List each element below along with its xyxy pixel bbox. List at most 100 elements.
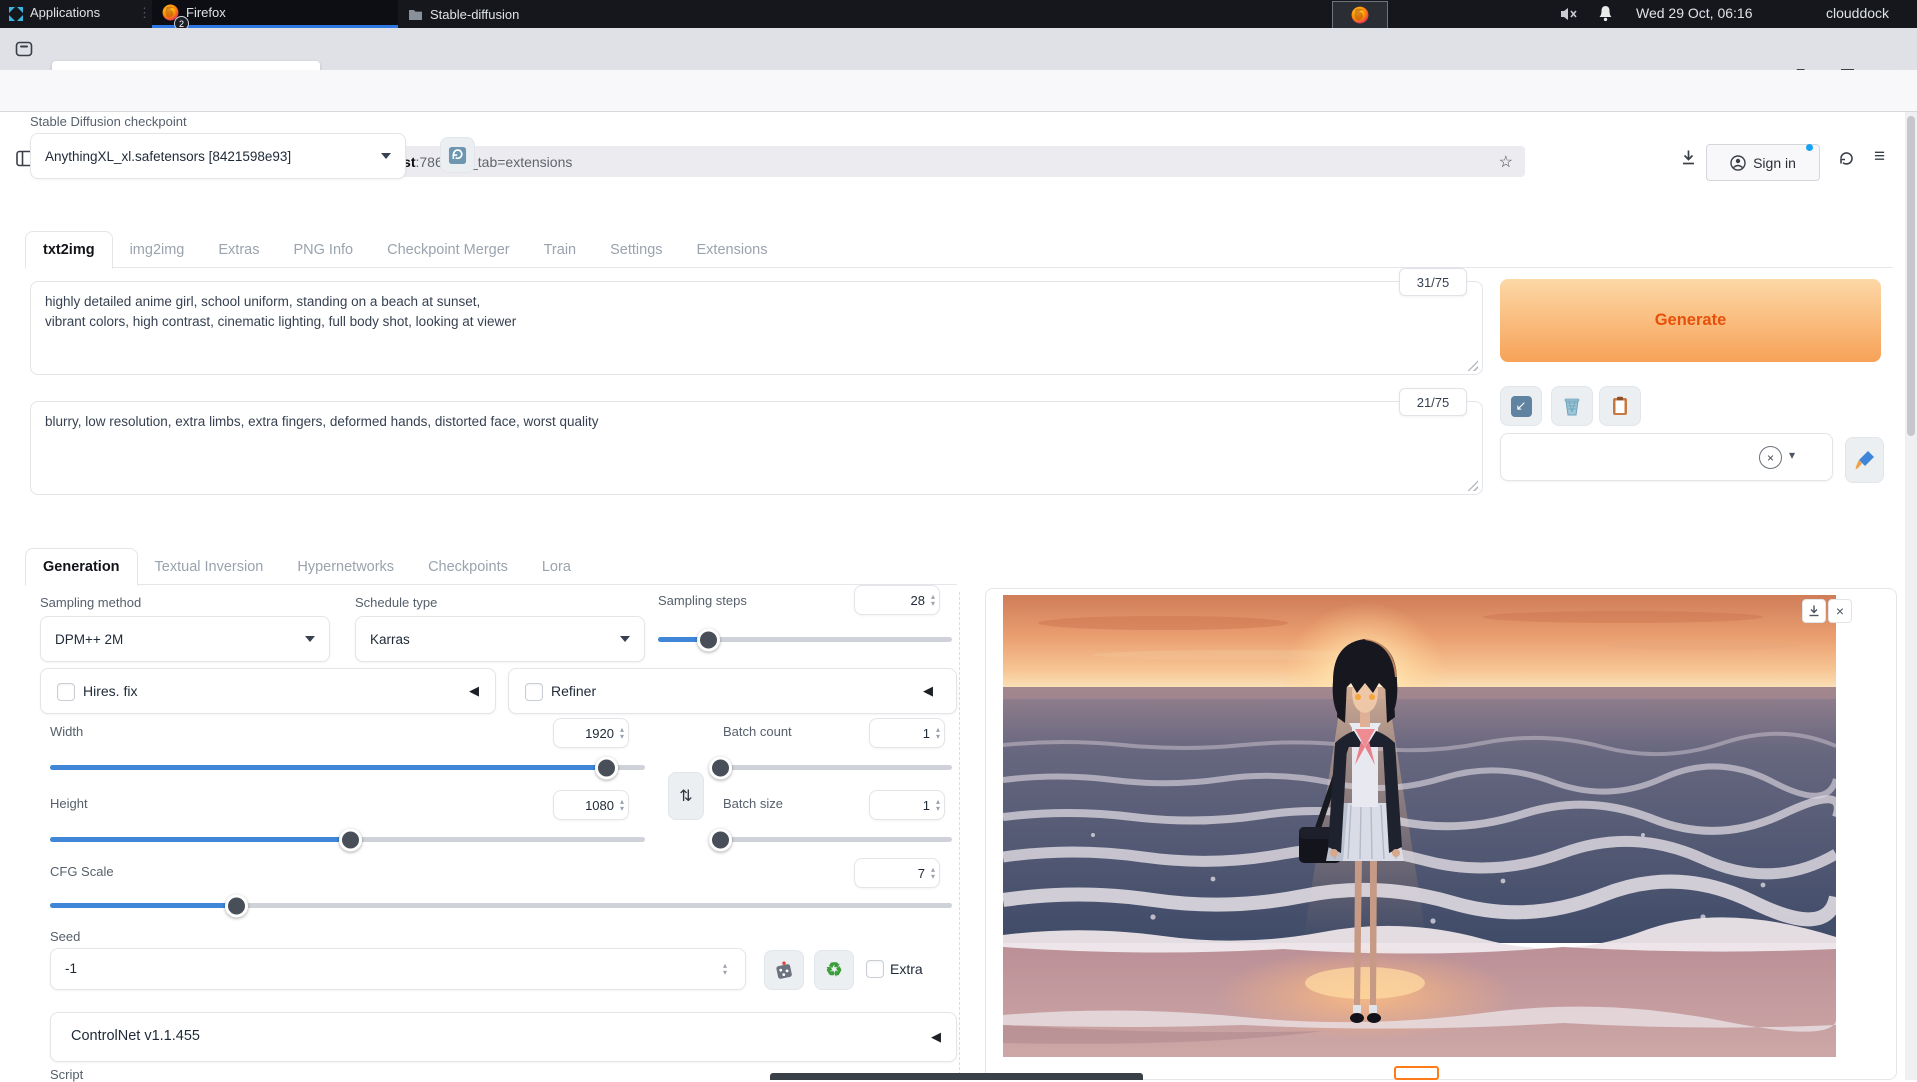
cfg-scale-slider[interactable]	[50, 903, 952, 908]
prompt-token-counter: 31/75	[1399, 268, 1467, 296]
tab-train[interactable]: Train	[527, 232, 594, 268]
styles-caret-icon[interactable]: ▾	[1789, 448, 1795, 462]
extra-seed-checkbox[interactable]	[866, 960, 884, 978]
taskbar-firefox-window[interactable]: 2 Firefox	[152, 0, 398, 28]
bottom-scrollbar[interactable]	[770, 1073, 1143, 1080]
sampling-steps-value: 28	[911, 593, 925, 608]
tray-firefox-launcher[interactable]	[1332, 1, 1388, 29]
height-value: 1080	[585, 798, 614, 813]
cfg-scale-input[interactable]: 7 ▴▾	[854, 858, 940, 888]
selected-thumbnail[interactable]	[1394, 1066, 1439, 1080]
tab-extensions[interactable]: Extensions	[680, 232, 785, 268]
checkpoint-label: Stable Diffusion checkpoint	[30, 114, 187, 129]
browser-toolbar: ← → ↻ http://localhost:7860/?__tab=exten…	[0, 70, 1917, 112]
seed-input[interactable]: -1 ▴▾	[50, 948, 746, 990]
swap-dimensions-button[interactable]: ⇅	[668, 772, 704, 820]
menu-hamburger-icon[interactable]: ≡	[1874, 146, 1885, 168]
bookmark-star-icon[interactable]: ☆	[1499, 152, 1513, 172]
stepper-icon[interactable]: ▴▾	[931, 866, 935, 880]
width-input[interactable]: 1920 ▴▾	[553, 718, 629, 748]
apply-styles-button[interactable]	[1599, 386, 1641, 426]
mute-icon[interactable]	[1560, 6, 1579, 22]
batch-size-input[interactable]: 1 ▴▾	[869, 790, 945, 820]
tab-hypernetworks[interactable]: Hypernetworks	[280, 549, 411, 585]
height-label: Height	[50, 796, 88, 811]
stepper-icon[interactable]: ▴▾	[936, 726, 940, 740]
clear-prompt-button[interactable]	[1551, 386, 1593, 426]
sampling-method-dropdown[interactable]: DPM++ 2M	[40, 616, 330, 662]
refiner-collapse-icon[interactable]: ◀	[923, 683, 933, 699]
tab-txt2img[interactable]: txt2img	[25, 231, 113, 269]
sampling-steps-slider[interactable]	[658, 637, 952, 642]
batch-count-input[interactable]: 1 ▴▾	[869, 718, 945, 748]
random-seed-button[interactable]	[764, 950, 804, 990]
clear-styles-icon[interactable]: ×	[1759, 446, 1782, 469]
clock[interactable]: Wed 29 Oct, 06:16	[1636, 5, 1752, 21]
checkpoint-dropdown[interactable]: AnythingXL_xl.safetensors [8421598e93]	[30, 133, 406, 179]
refiner-checkbox[interactable]	[525, 683, 543, 701]
tab-png-info[interactable]: PNG Info	[276, 232, 370, 268]
styles-dropdown[interactable]: × ▾	[1500, 433, 1833, 481]
tab-checkpoints[interactable]: Checkpoints	[411, 549, 525, 585]
batch-count-slider[interactable]	[723, 765, 952, 770]
controlnet-collapse-icon[interactable]: ◀	[931, 1029, 941, 1045]
tab-settings[interactable]: Settings	[593, 232, 679, 268]
taskbar-folder-window[interactable]: Stable-diffusion	[398, 0, 573, 28]
negative-prompt-textarea[interactable]: blurry, low resolution, extra limbs, ext…	[30, 401, 1483, 495]
slider-thumb[interactable]	[697, 628, 720, 651]
sampling-steps-input[interactable]: 28 ▴▾	[854, 585, 940, 615]
hires-fix-checkbox[interactable]	[57, 683, 75, 701]
downloads-icon[interactable]	[1680, 149, 1697, 166]
tab-extras[interactable]: Extras	[201, 232, 276, 268]
stepper-icon[interactable]: ▴▾	[620, 726, 624, 740]
refiner-section[interactable]: Refiner ◀	[508, 668, 957, 714]
slider-thumb[interactable]	[595, 756, 618, 779]
scrollbar-thumb[interactable]	[1907, 116, 1915, 436]
controlnet-accordion[interactable]: ControlNet v1.1.455 ◀	[50, 1012, 957, 1062]
notification-bell-icon[interactable]	[1598, 5, 1613, 22]
width-slider[interactable]	[50, 765, 645, 770]
image-close-button[interactable]: ×	[1828, 599, 1852, 623]
page-scrollbar[interactable]	[1905, 112, 1917, 1080]
chevron-down-icon	[381, 153, 391, 159]
column-divider[interactable]	[959, 592, 960, 1080]
username[interactable]: clouddock	[1826, 5, 1917, 21]
tab-lora[interactable]: Lora	[525, 549, 588, 585]
tab-textual-inversion[interactable]: Textual Inversion	[138, 549, 281, 585]
stepper-icon[interactable]: ▴▾	[931, 593, 935, 607]
firefox-view-icon[interactable]	[14, 39, 34, 59]
paste-params-button[interactable]: ↙	[1500, 386, 1542, 426]
clipboard-icon	[1612, 396, 1628, 416]
controlnet-label: ControlNet v1.1.455	[71, 1028, 200, 1044]
tab-generation[interactable]: Generation	[25, 548, 138, 586]
stepper-icon[interactable]: ▴▾	[723, 962, 727, 976]
sync-icon[interactable]	[1838, 150, 1855, 167]
slider-thumb[interactable]	[709, 756, 732, 779]
slider-thumb[interactable]	[709, 828, 732, 851]
edit-styles-button[interactable]	[1845, 437, 1884, 483]
generated-image[interactable]	[1003, 595, 1836, 1057]
stepper-icon[interactable]: ▴▾	[936, 798, 940, 812]
dice-icon	[774, 960, 794, 980]
prompt-textarea[interactable]: highly detailed anime girl, school unifo…	[30, 281, 1483, 375]
hires-collapse-icon[interactable]: ◀	[469, 683, 479, 699]
cfg-scale-value: 7	[918, 866, 925, 881]
checkpoint-refresh-button[interactable]	[440, 137, 475, 173]
generate-button[interactable]: Generate	[1500, 279, 1881, 362]
main-tabs: txt2img img2img Extras PNG Info Checkpoi…	[25, 228, 784, 268]
signin-button[interactable]: Sign in	[1706, 144, 1820, 181]
stepper-icon[interactable]: ▴▾	[620, 798, 624, 812]
batch-size-slider[interactable]	[723, 837, 952, 842]
applications-icon	[8, 6, 24, 22]
applications-menu[interactable]: Applications	[30, 5, 100, 20]
tab-checkpoint-merger[interactable]: Checkpoint Merger	[370, 232, 527, 268]
reuse-seed-button[interactable]: ♻	[814, 950, 854, 990]
image-download-button[interactable]	[1802, 599, 1826, 623]
tab-img2img[interactable]: img2img	[113, 232, 202, 268]
schedule-type-dropdown[interactable]: Karras	[355, 616, 645, 662]
hires-fix-section[interactable]: Hires. fix ◀	[40, 668, 496, 714]
height-slider[interactable]	[50, 837, 645, 842]
slider-thumb[interactable]	[339, 828, 362, 851]
height-input[interactable]: 1080 ▴▾	[553, 790, 629, 820]
slider-thumb[interactable]	[225, 894, 248, 917]
